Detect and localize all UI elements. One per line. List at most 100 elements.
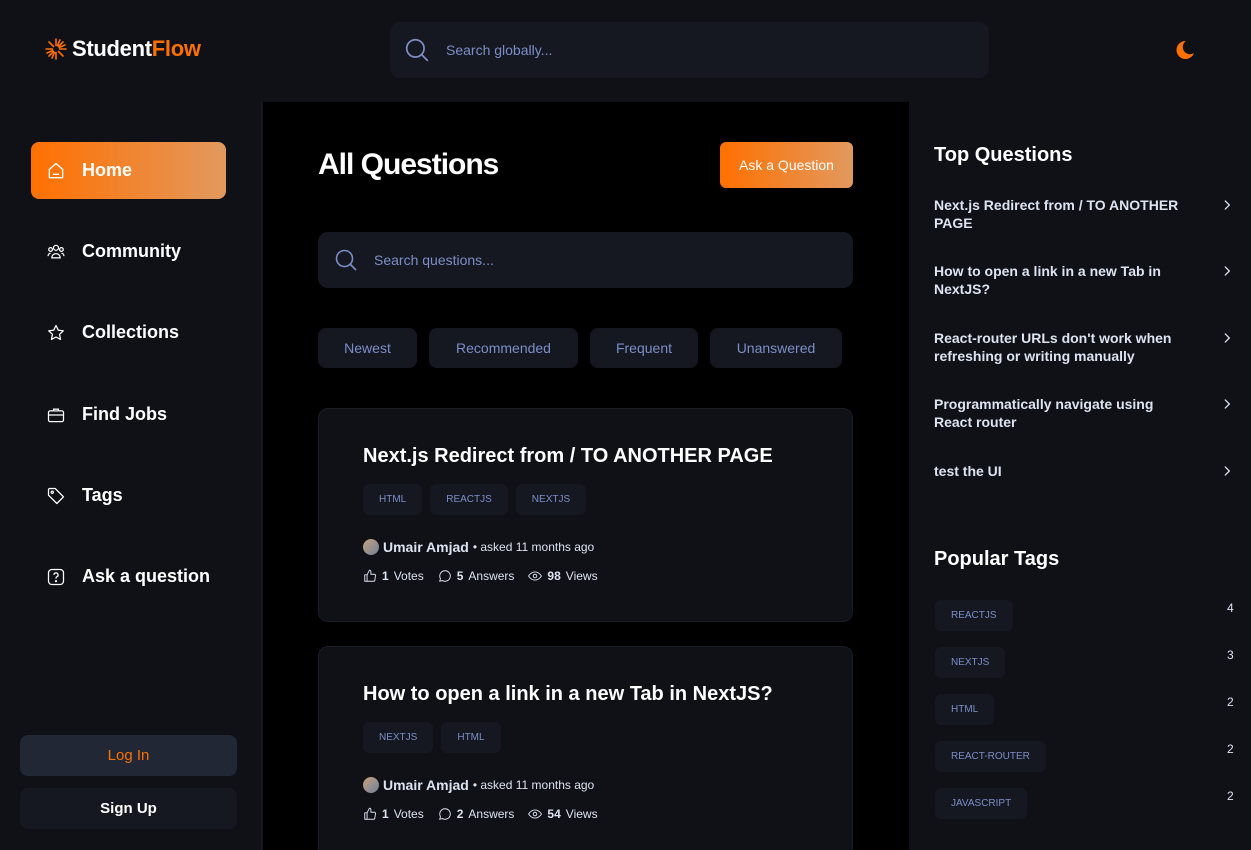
views-stat: 98 Views — [528, 569, 598, 583]
sidebar-item-find-jobs[interactable]: Find Jobs — [31, 386, 226, 443]
question-title[interactable]: How to open a link in a new Tab in NextJ… — [363, 683, 773, 706]
thumbs-up-icon — [364, 807, 377, 820]
global-search-bar[interactable] — [390, 22, 989, 78]
sidebar-item-community[interactable]: Community — [31, 223, 226, 280]
top-question-text: React-router URLs don't work when refres… — [934, 330, 1172, 364]
top-questions-title: Top Questions — [934, 144, 1073, 166]
filter-newest[interactable]: Newest — [318, 328, 417, 368]
ask-question-button[interactable]: Ask a Question — [720, 142, 853, 188]
tag-chip[interactable]: REACTJS — [430, 484, 508, 515]
star-icon — [48, 324, 64, 340]
main-content: All Questions Ask a Question Newest Reco… — [263, 102, 909, 850]
page-title: All Questions — [318, 148, 499, 181]
message-icon — [438, 808, 451, 820]
votes-stat: 1 Votes — [363, 807, 424, 821]
question-title[interactable]: Next.js Redirect from / TO ANOTHER PAGE — [363, 445, 773, 468]
top-question-item[interactable]: How to open a link in a new Tab in NextJ… — [934, 262, 1234, 298]
tag-chip[interactable]: HTML — [441, 722, 501, 753]
views-stat: 54 Views — [528, 807, 598, 821]
sidebar-item-collections[interactable]: Collections — [31, 304, 226, 361]
thumbs-up-icon — [364, 569, 377, 582]
question-tags: NEXTJS HTML — [363, 722, 501, 753]
asked-time: • asked 11 months ago — [472, 540, 595, 554]
chevron-right-icon — [1224, 399, 1231, 409]
question-card: How to open a link in a new Tab in NextJ… — [318, 646, 853, 850]
sidebar-item-label: Find Jobs — [82, 404, 167, 424]
answers-stat: 2 Answers — [438, 807, 514, 821]
global-search-input[interactable] — [446, 42, 886, 58]
popular-tag-chip[interactable]: JAVASCRIPT — [935, 788, 1028, 819]
author-name[interactable]: Umair Amjad — [383, 777, 469, 793]
sidebar-item-label: Community — [82, 241, 181, 261]
top-question-text: test the UI — [934, 463, 1002, 479]
tag-count: 2 — [1227, 695, 1234, 709]
tag-count: 2 — [1227, 742, 1234, 756]
answers-stat: 5 Answers — [438, 569, 514, 583]
eye-icon — [528, 571, 543, 581]
top-header: StudentFlow — [0, 0, 1251, 102]
top-question-item[interactable]: Programmatically navigate using React ro… — [934, 395, 1234, 431]
right-sidebar: Top Questions Next.js Redirect from / TO… — [909, 102, 1251, 850]
question-stats: 1 Votes 5 Answers 98 Views — [363, 569, 598, 583]
tag-chip[interactable]: NEXTJS — [363, 722, 434, 753]
tag-chip[interactable]: HTML — [363, 484, 423, 515]
sunburst-logo-icon — [45, 38, 67, 60]
sidebar-item-tags[interactable]: Tags — [31, 467, 226, 524]
tag-icon — [47, 487, 65, 504]
top-question-item[interactable]: Next.js Redirect from / TO ANOTHER PAGE — [934, 196, 1234, 232]
tag-count: 4 — [1227, 601, 1234, 615]
sidebar-item-label: Home — [82, 160, 133, 180]
login-button[interactable]: Log In — [20, 735, 237, 776]
sidebar-item-label: Tags — [82, 485, 123, 505]
logo-text: StudentFlow — [72, 36, 201, 61]
tag-count: 2 — [1227, 789, 1234, 803]
sidebar-item-label: Collections — [82, 322, 180, 342]
eye-icon — [528, 809, 543, 819]
filter-frequent[interactable]: Frequent — [590, 328, 698, 368]
signup-button[interactable]: Sign Up — [20, 788, 237, 829]
sidebar-item-home[interactable]: Home — [31, 142, 226, 199]
top-question-item[interactable]: test the UI — [934, 462, 1234, 480]
moon-icon[interactable] — [1172, 38, 1196, 62]
app-logo[interactable]: StudentFlow — [44, 36, 201, 62]
left-sidebar: Home Community Collections Find Jobs Tag… — [0, 102, 262, 850]
sidebar-item-label: Ask a question — [82, 566, 211, 586]
avatar[interactable] — [363, 539, 379, 555]
question-icon — [47, 568, 65, 585]
filter-unanswered[interactable]: Unanswered — [710, 328, 842, 368]
popular-tags-title: Popular Tags — [934, 548, 1060, 570]
filter-recommended[interactable]: Recommended — [429, 328, 578, 368]
chevron-right-icon — [1224, 266, 1231, 276]
author-row: Umair Amjad • asked 11 months ago — [363, 777, 594, 793]
avatar[interactable] — [363, 777, 379, 793]
tag-chip[interactable]: NEXTJS — [515, 484, 587, 515]
top-question-item[interactable]: React-router URLs don't work when refres… — [934, 329, 1234, 365]
question-search-input[interactable] — [374, 252, 814, 268]
votes-stat: 1 Votes — [363, 569, 424, 583]
top-question-text: Programmatically navigate using React ro… — [934, 396, 1154, 430]
chevron-right-icon — [1224, 200, 1231, 210]
question-card: Next.js Redirect from / TO ANOTHER PAGE … — [318, 408, 853, 622]
search-icon — [405, 38, 429, 62]
briefcase-icon — [47, 408, 65, 422]
question-tags: HTML REACTJS NEXTJS — [363, 484, 587, 515]
popular-tag-chip[interactable]: REACTJS — [935, 600, 1013, 631]
question-stats: 1 Votes 2 Answers 54 Views — [363, 807, 598, 821]
popular-tag-chip[interactable]: HTML — [935, 694, 995, 725]
tag-count: 3 — [1227, 648, 1234, 662]
top-question-text: How to open a link in a new Tab in NextJ… — [934, 263, 1161, 297]
popular-tag-chip[interactable]: REACT-ROUTER — [935, 741, 1046, 772]
message-icon — [438, 570, 451, 582]
asked-time: • asked 11 months ago — [472, 778, 595, 792]
sidebar-item-ask-question[interactable]: Ask a question — [31, 548, 226, 605]
home-icon — [48, 162, 64, 178]
author-name[interactable]: Umair Amjad — [383, 539, 469, 555]
author-row: Umair Amjad • asked 11 months ago — [363, 539, 594, 555]
chevron-right-icon — [1224, 466, 1231, 476]
search-icon — [335, 249, 357, 271]
popular-tag-chip[interactable]: NEXTJS — [935, 647, 1006, 678]
top-question-text: Next.js Redirect from / TO ANOTHER PAGE — [934, 197, 1179, 231]
chevron-right-icon — [1224, 333, 1231, 343]
users-icon — [47, 244, 65, 258]
question-search-bar[interactable] — [318, 232, 853, 288]
